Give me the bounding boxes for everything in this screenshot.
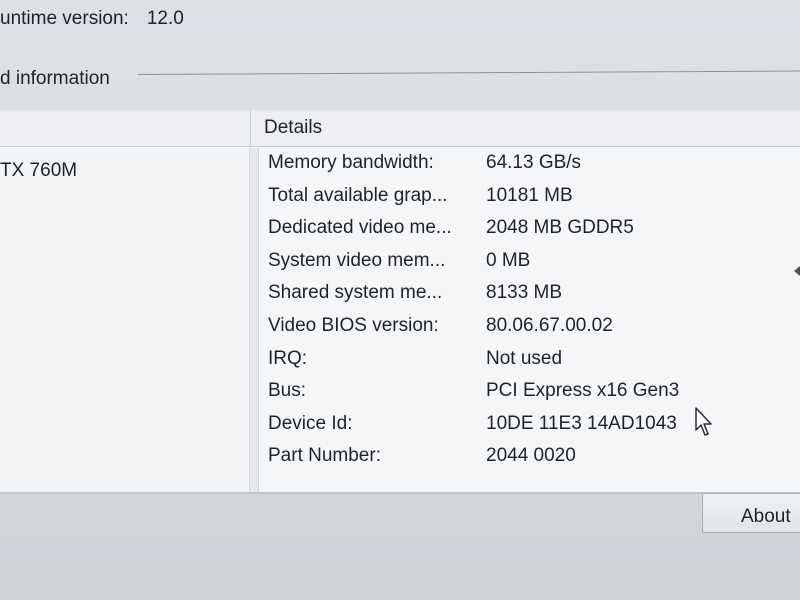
detail-value: PCI Express x16 Gen3: [486, 380, 680, 402]
detail-value: 2044 0020: [486, 445, 576, 467]
detail-value: 10181 MB: [486, 184, 573, 206]
board-information-group: d information: [0, 68, 800, 94]
detail-value: 0 MB: [486, 249, 531, 271]
detail-label: Bus:: [268, 380, 307, 402]
runtime-version-value: 12.0: [146, 8, 184, 29]
detail-label: Device Id:: [268, 412, 353, 434]
gpu-list: TX 760M: [0, 148, 248, 492]
detail-value: 2048 MB GDDR5: [486, 217, 634, 239]
detail-label: Shared system me...: [268, 282, 443, 304]
group-divider: [137, 70, 800, 75]
runtime-version: untime version: 12.0: [0, 8, 184, 30]
panel-splitter[interactable]: [249, 148, 259, 492]
detail-label: Video BIOS version:: [268, 314, 439, 336]
group-title: d information: [0, 68, 110, 89]
table-header: Details: [0, 110, 800, 147]
system-information-window: untime version: 12.0 d information Detail…: [0, 0, 800, 600]
detail-row: IRQ: Not used: [262, 348, 800, 381]
about-button[interactable]: About: [702, 493, 800, 533]
detail-label: Total available grap...: [268, 184, 448, 206]
detail-row: Dedicated video me... 2048 MB GDDR5: [262, 217, 800, 250]
detail-row: Total available grap... 10181 MB: [262, 185, 800, 218]
detail-label: System video mem...: [268, 249, 446, 271]
device-details-panel: Details TX 760M Memory bandwidth: 64.13 …: [0, 110, 800, 494]
detail-label: Memory bandwidth:: [268, 152, 434, 173]
detail-row: Shared system me... 8133 MB: [262, 282, 800, 315]
runtime-version-label: untime version:: [0, 8, 129, 29]
detail-row: Bus: PCI Express x16 Gen3: [262, 380, 800, 413]
detail-row: Part Number: 2044 0020: [262, 445, 800, 478]
detail-value: 10DE 11E3 14AD1043: [486, 412, 677, 434]
details-list: Memory bandwidth: 64.13 GB/s Total avail…: [262, 152, 800, 478]
scroll-left-arrow-icon[interactable]: [794, 266, 800, 276]
detail-row: System video mem... 0 MB: [262, 250, 800, 283]
detail-value: 64.13 GB/s: [486, 152, 582, 173]
detail-value: Not used: [486, 347, 563, 369]
mouse-pointer-icon: [695, 407, 712, 436]
details-column-header[interactable]: Details: [264, 117, 322, 139]
detail-row: Memory bandwidth: 64.13 GB/s: [262, 152, 800, 185]
column-separator[interactable]: [250, 110, 251, 146]
detail-value: 8133 MB: [486, 282, 563, 304]
detail-row: Device Id: 10DE 11E3 14AD1043: [262, 413, 800, 446]
detail-label: IRQ:: [268, 347, 308, 369]
detail-row: Video BIOS version: 80.06.67.00.02: [262, 315, 800, 348]
detail-value: 80.06.67.00.02: [486, 314, 613, 336]
detail-label: Dedicated video me...: [268, 217, 452, 239]
gpu-list-item[interactable]: TX 760M: [0, 160, 77, 182]
detail-label: Part Number:: [268, 445, 381, 467]
